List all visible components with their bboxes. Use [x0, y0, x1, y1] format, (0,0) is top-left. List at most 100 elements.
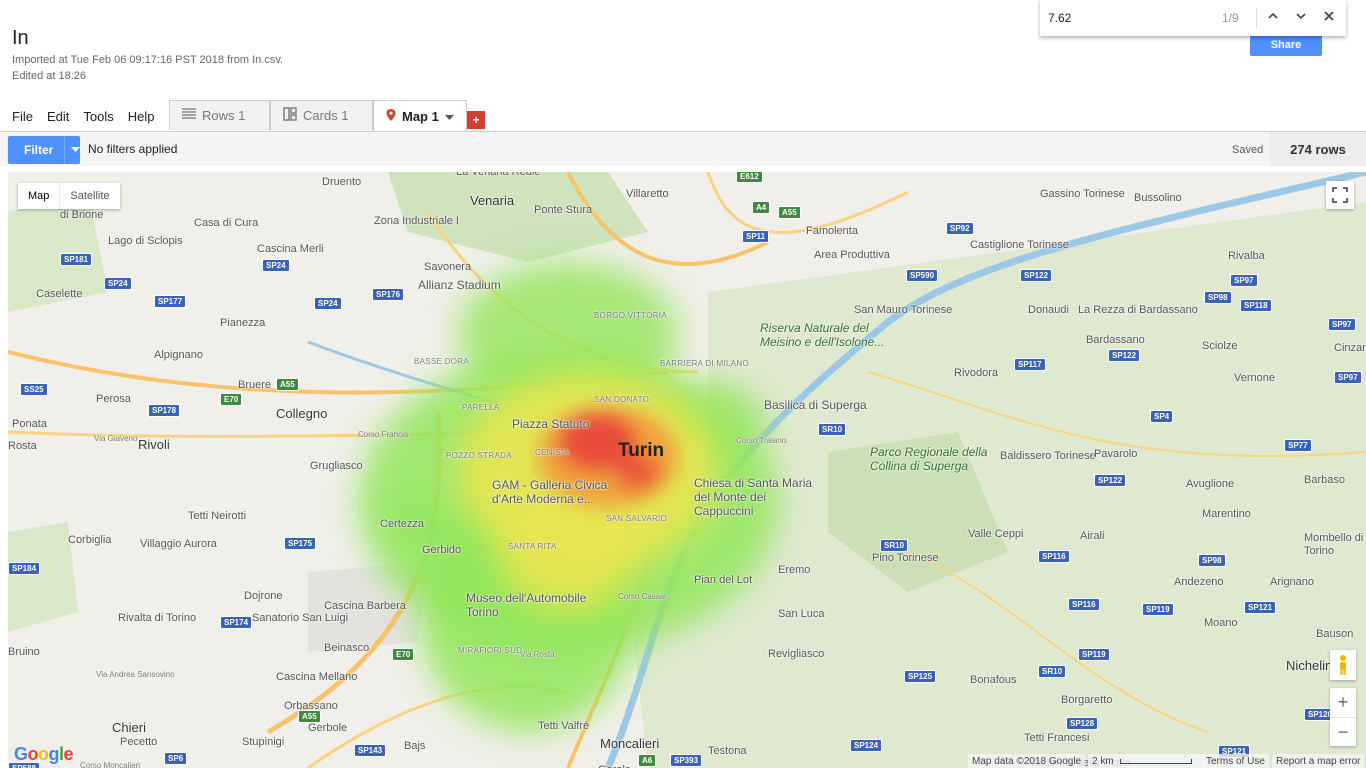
- zoom-out-icon[interactable]: −: [1330, 718, 1356, 747]
- map-place-label: PARELLA: [462, 403, 500, 412]
- map-place-label: Certezza: [380, 518, 425, 530]
- tab-rows[interactable]: Rows 1: [169, 100, 270, 130]
- road-shield: SP125: [904, 670, 937, 683]
- menu-bar: File Edit Tools Help: [12, 109, 154, 124]
- menu-tools[interactable]: Tools: [83, 109, 113, 124]
- map-place-label: Alpignano: [154, 349, 203, 361]
- map-place-label: Rivalta di Torino: [118, 612, 197, 624]
- chevron-down-icon[interactable]: [1292, 9, 1310, 25]
- map-place-label: Cascina Mellano: [276, 671, 358, 683]
- road-shield: SR10: [880, 539, 909, 552]
- terms-link[interactable]: Terms of Use: [1202, 754, 1269, 768]
- road-shield: SP24: [314, 297, 342, 310]
- scale-bar: [1119, 758, 1192, 764]
- road-shield: SP6: [164, 752, 188, 765]
- map-place-label: Rivalba: [1228, 250, 1265, 262]
- map-place-label: Cascina Merli: [257, 243, 324, 255]
- map-type-map[interactable]: Map: [18, 183, 61, 209]
- caret-down-icon[interactable]: [64, 136, 80, 164]
- map-place-label: Gerbole: [308, 722, 348, 734]
- map-place-label: Gerbido: [422, 544, 462, 556]
- map-place-label: Bajs: [404, 740, 426, 752]
- road-shield: A55: [298, 710, 321, 723]
- zoom-in-icon[interactable]: +: [1330, 688, 1356, 718]
- map-place-label: Famolenta: [806, 225, 858, 237]
- map-place-label: Pino Torinese: [872, 552, 939, 564]
- map-place-label: Stupinigi: [242, 736, 285, 748]
- map-place-label: Savonera: [424, 261, 472, 273]
- road-shield: SP116: [1068, 598, 1100, 611]
- map-place-label: Riserva Naturale del Meisino e dell'Isol…: [760, 321, 885, 349]
- map-place-label: Bonafous: [970, 674, 1017, 686]
- road-shield: SP124: [850, 739, 883, 752]
- map-canvas[interactable]: Turin Druento La Venaria Reale Villaretto G…: [8, 172, 1366, 768]
- map-type-satellite[interactable]: Satellite: [60, 183, 119, 209]
- map-place-label: Casa di Cura: [194, 217, 259, 229]
- chevron-up-icon[interactable]: [1264, 9, 1282, 25]
- road-shield: SP116: [1038, 550, 1070, 563]
- tab-cards[interactable]: Cards 1: [270, 100, 373, 130]
- close-icon[interactable]: [1320, 9, 1338, 25]
- road-shield: SP122: [1108, 349, 1141, 362]
- road-shield: A55: [778, 206, 801, 219]
- find-divider: [1256, 8, 1257, 28]
- menu-file[interactable]: File: [12, 109, 33, 124]
- map-data-attribution: Map data ©2018 Google: [968, 754, 1086, 768]
- map-place-label: Baldissero Torinese: [1000, 450, 1096, 462]
- tab-menu-icon[interactable]: [444, 109, 454, 124]
- road-shield: A55: [276, 378, 299, 391]
- road-shield: SP119: [1078, 648, 1110, 661]
- road-shield: SP181: [60, 253, 93, 266]
- map-place-label: Valle Ceppi: [968, 528, 1024, 540]
- road-shield: SP122: [1094, 474, 1127, 487]
- map-place-label: Revigliasco: [768, 648, 825, 660]
- road-shield: SP92: [946, 222, 974, 235]
- map-place-label: Area Produttiva: [814, 249, 890, 261]
- road-shield: SP143: [354, 744, 387, 757]
- map-place-label: Marentino: [1202, 508, 1251, 520]
- road-shield: SP122: [1020, 269, 1053, 282]
- map-place-label: Tetti Neirotti: [188, 510, 247, 522]
- tab-map-label: Map 1: [402, 109, 439, 124]
- road-shield: SP175: [284, 537, 317, 550]
- map-place-label: Castiglione Torinese: [970, 239, 1069, 251]
- map-place-label: MIRAFIORI SUD: [458, 646, 523, 655]
- road-shield: SP119: [1142, 603, 1174, 616]
- fullscreen-icon[interactable]: [1326, 181, 1354, 209]
- map-place-label: Tetti Valfrè: [538, 720, 590, 732]
- map-place-label: Moncalieri: [600, 736, 660, 751]
- cards-icon: [283, 107, 297, 124]
- road-shield: A4: [752, 201, 771, 214]
- add-tab-button[interactable]: +: [467, 111, 485, 129]
- map-place-label: La Rezza di Bardassano: [1078, 304, 1198, 316]
- find-input[interactable]: 7.62: [1048, 11, 1071, 25]
- filter-bar: [0, 132, 1366, 166]
- row-count: 274 rows: [1270, 132, 1366, 166]
- map-place-label: Corbiglia: [68, 534, 112, 546]
- menu-help[interactable]: Help: [128, 109, 155, 124]
- find-match-count: 1/9: [1222, 11, 1239, 25]
- road-shield: SP77: [1284, 439, 1312, 452]
- map-place-label: San Luca: [778, 608, 825, 620]
- road-shield: SP24: [262, 259, 290, 272]
- map-place-label: Dojrone: [244, 590, 283, 602]
- menu-edit[interactable]: Edit: [47, 109, 69, 124]
- map-place-label: Sanatorio San Luigi: [252, 612, 349, 624]
- map-place-label: Bussolino: [1134, 192, 1182, 204]
- filter-button[interactable]: Filter: [8, 136, 80, 164]
- map-place-label: Allianz Stadium: [418, 278, 501, 292]
- pegman-icon[interactable]: [1330, 650, 1356, 680]
- map-place-label: Avuglione: [1186, 478, 1235, 490]
- map-place-label: Cascina Barbera: [324, 600, 406, 612]
- map-place-label: Testona: [708, 745, 747, 757]
- map-place-label: di Brione: [60, 209, 104, 221]
- share-button[interactable]: Share: [1250, 34, 1322, 56]
- map-place-label: CENISIA: [535, 448, 570, 457]
- map-place-label: Barbaso: [1304, 474, 1345, 486]
- map-place-label: Tetti Francesi: [1024, 732, 1090, 744]
- road-shield: SP393: [670, 754, 703, 767]
- saved-status: Saved: [1232, 144, 1264, 156]
- report-map-error-link[interactable]: Report a map error: [1272, 754, 1365, 768]
- tab-map[interactable]: Map 1: [373, 100, 467, 132]
- map-place-label: Rosta: [8, 440, 37, 452]
